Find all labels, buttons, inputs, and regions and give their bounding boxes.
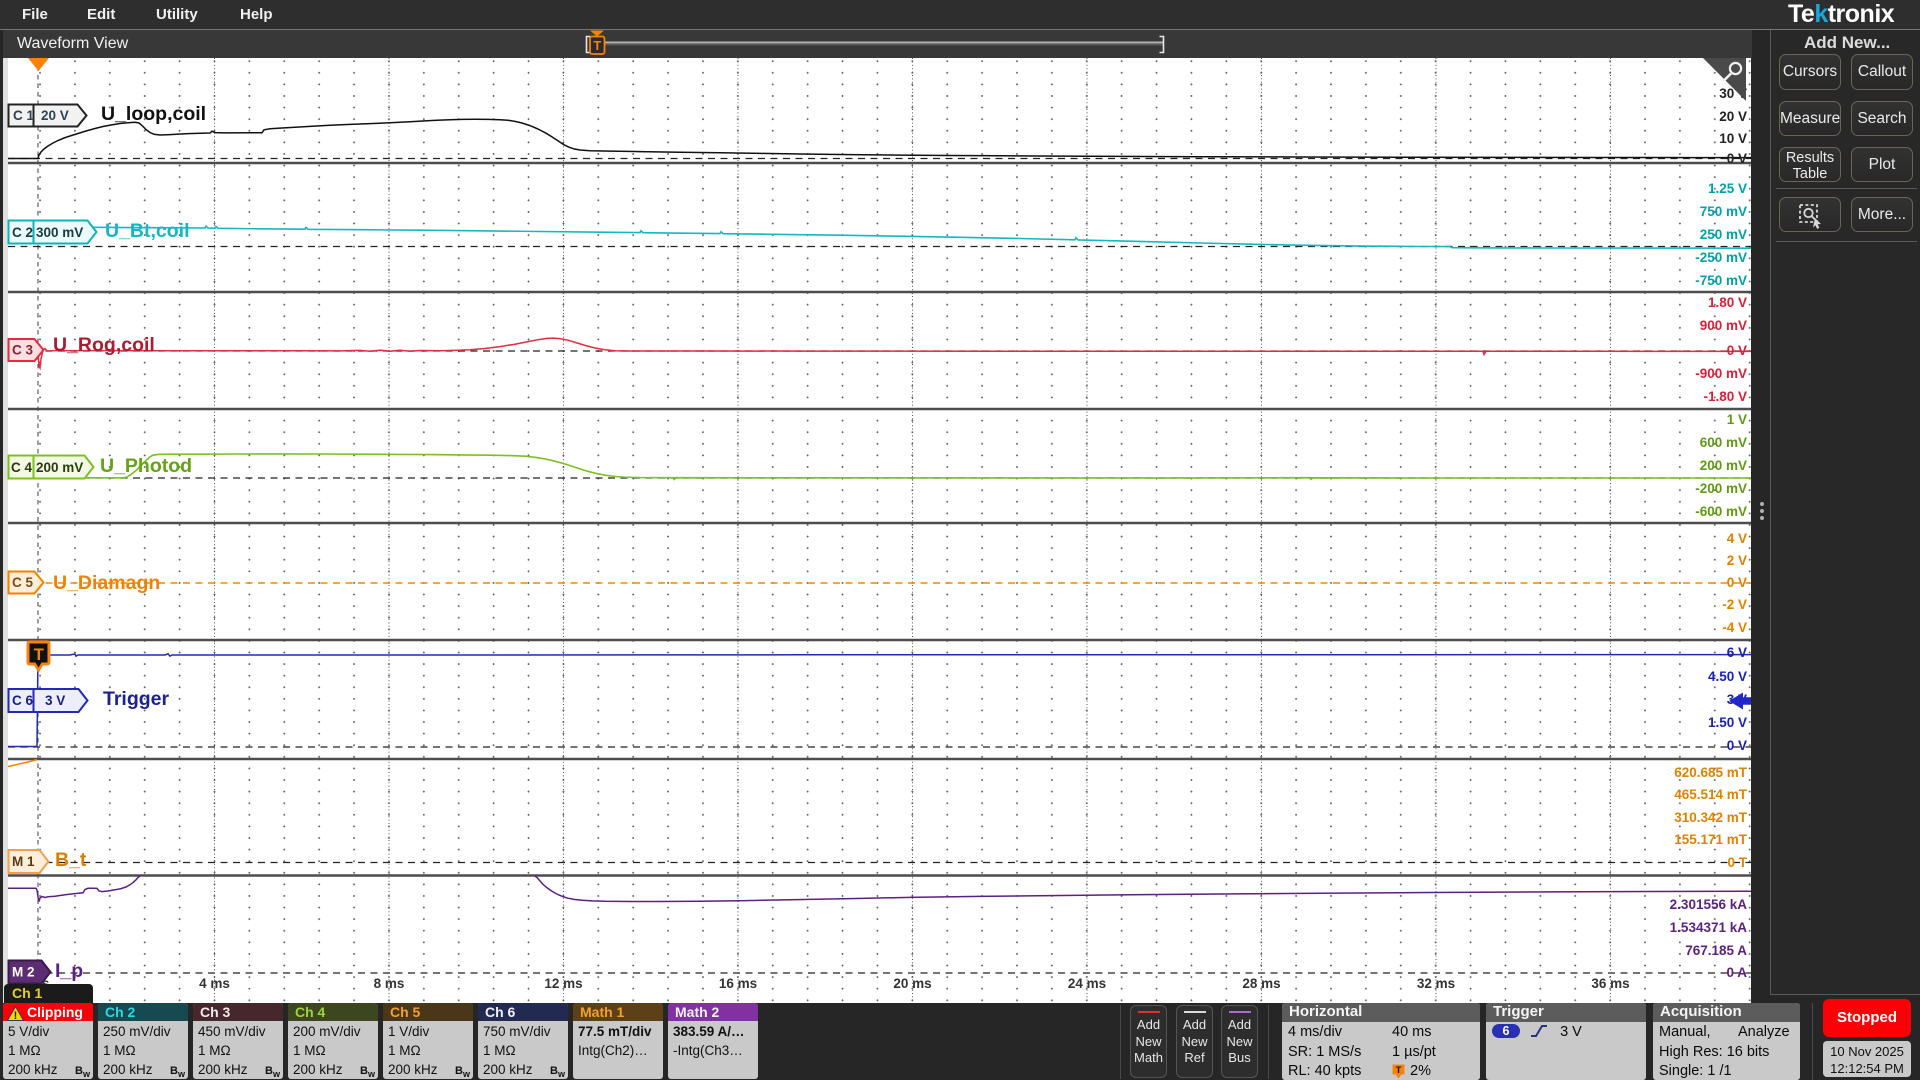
svg-text:M 1: M 1 <box>12 854 35 869</box>
svg-text:300 mV: 300 mV <box>36 225 83 240</box>
svg-text:C 1: C 1 <box>13 108 35 123</box>
svg-text:200 mV: 200 mV <box>36 460 83 475</box>
svg-text:3 V: 3 V <box>45 693 65 708</box>
svg-text:C 3: C 3 <box>12 343 34 358</box>
svg-text:T: T <box>1396 1065 1402 1076</box>
svg-text:T: T <box>593 39 601 53</box>
svg-text:C 6: C 6 <box>12 693 34 708</box>
svg-text:C 4: C 4 <box>11 460 33 475</box>
svg-text:M 2: M 2 <box>12 965 35 980</box>
svg-text:C 2: C 2 <box>12 225 33 240</box>
svg-text:C 5: C 5 <box>12 575 34 590</box>
svg-text:!: ! <box>14 1010 18 1021</box>
svg-text:20 V: 20 V <box>41 108 69 123</box>
